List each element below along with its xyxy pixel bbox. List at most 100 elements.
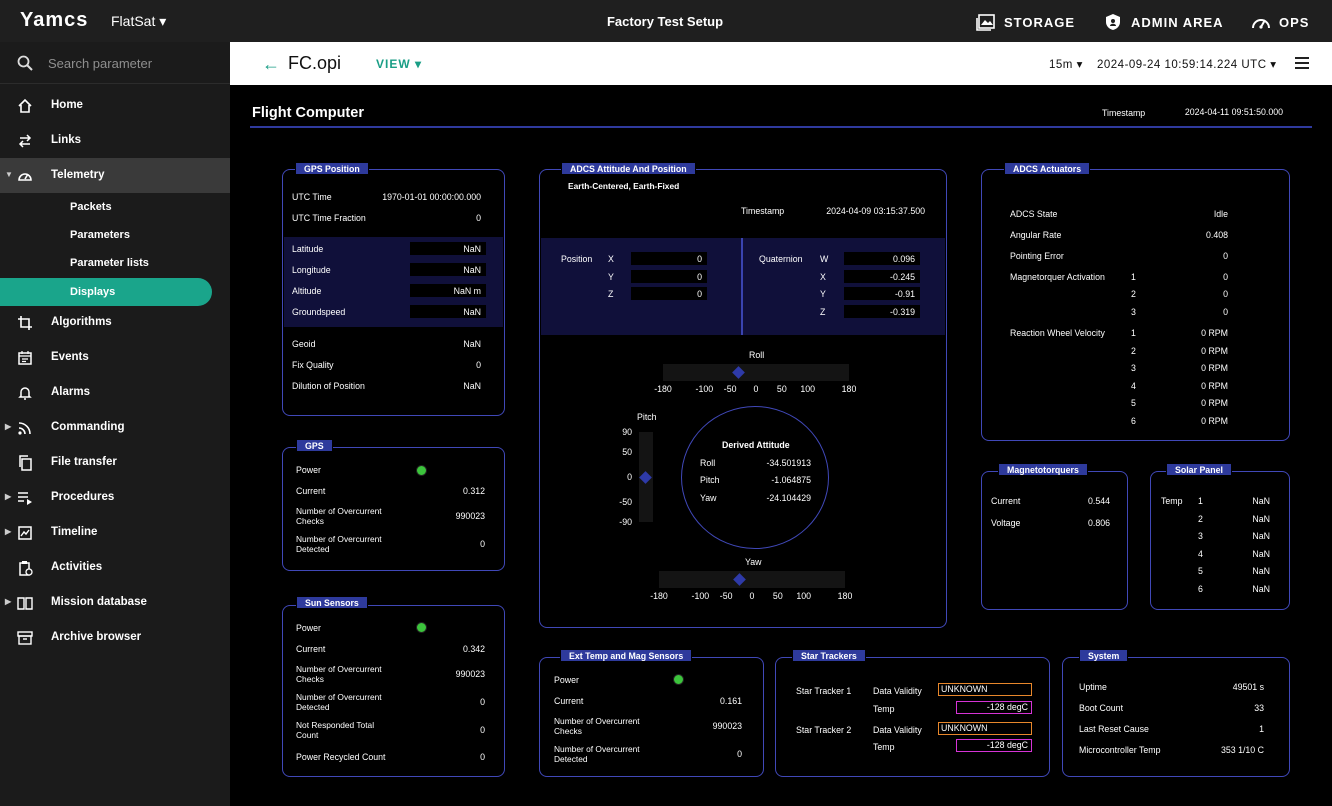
- derived-roll-value: -34.501913: [740, 456, 816, 469]
- timestamp-value: 2024-04-11 09:51:50.000: [1160, 105, 1288, 118]
- solar-temp-index: 3: [1198, 531, 1203, 541]
- yaw-tick-label: 180: [837, 591, 853, 601]
- swap-icon: [18, 134, 32, 148]
- sidebar-item-label: Packets: [70, 201, 112, 213]
- magnetotorquers-panel: [981, 471, 1128, 610]
- admin-area-label: ADMIN AREA: [1131, 14, 1224, 30]
- top-bar: Yamcs FlatSat ▾ Factory Test Setup STORA…: [0, 0, 1332, 42]
- ext-power-label: Power: [554, 675, 579, 685]
- roll-scale-label: Roll: [749, 350, 765, 360]
- position-label: Position: [561, 254, 593, 264]
- sidebar-item-label: Events: [51, 351, 89, 363]
- mission-time-selector[interactable]: 2024-09-24 10:59:14.224 UTC ▾: [1097, 57, 1276, 71]
- star-tracker-1-label: Star Tracker 1: [796, 686, 852, 696]
- sidebar-item-displays[interactable]: Displays: [0, 278, 212, 306]
- timestamp-label: Timestamp: [1102, 108, 1146, 118]
- gps-current-label: Current: [296, 486, 326, 496]
- sidebar-item-timeline[interactable]: ▶ Timeline: [0, 515, 230, 550]
- sidebar-item-label: Procedures: [51, 491, 115, 503]
- page-title: Factory Test Setup: [606, 14, 724, 29]
- time-range-selector[interactable]: 15m ▾: [1049, 57, 1083, 71]
- sidebar-item-packets[interactable]: Packets: [0, 193, 230, 221]
- st1-validity-value: UNKNOWN: [938, 683, 1032, 696]
- derived-roll-label: Roll: [700, 458, 716, 468]
- view-menu-button[interactable]: VIEW ▾: [376, 57, 422, 71]
- clipboard-icon: [19, 561, 33, 576]
- quaternion-label: Quaternion: [759, 254, 803, 264]
- reaction-wheel-value: 0 RPM: [1157, 414, 1233, 427]
- utc-time-value: 1970-01-01 00:00:00.000: [354, 190, 486, 203]
- back-arrow-icon[interactable]: ←: [262, 54, 280, 75]
- bell-icon: [18, 387, 32, 400]
- pitch-tick-label: 50: [622, 447, 632, 457]
- solar-temp-index: 5: [1198, 566, 1203, 576]
- derived-pitch-label: Pitch: [700, 475, 720, 485]
- angular-rate-value: 0.408: [1157, 228, 1233, 241]
- search-box[interactable]: Search parameter: [0, 42, 230, 84]
- instance-selector[interactable]: FlatSat ▾: [111, 13, 166, 30]
- shield-icon: [1106, 14, 1120, 30]
- altitude-label: Altitude: [292, 286, 322, 296]
- admin-area-button[interactable]: ADMIN AREA: [1103, 13, 1224, 31]
- yaw-tick-label: -100: [691, 591, 710, 601]
- timeline-icon: [18, 526, 32, 540]
- mt-voltage-label: Voltage: [991, 518, 1021, 528]
- yaw-tick-label: 50: [772, 591, 783, 601]
- pos-x-value: 0: [631, 252, 707, 265]
- sidebar-item-procedures[interactable]: ▶ Procedures: [0, 480, 230, 515]
- adcs-band-divider: [741, 238, 743, 335]
- solar-temp-index: 2: [1198, 514, 1203, 524]
- sidebar-item-events[interactable]: Events: [0, 340, 230, 375]
- menu-icon[interactable]: [1295, 57, 1309, 69]
- gps-detected-value: 0: [414, 537, 490, 550]
- sidebar-item-links[interactable]: Links: [0, 123, 230, 158]
- solar-temp-label: Temp: [1161, 496, 1183, 506]
- sidebar-item-activities[interactable]: Activities: [0, 550, 230, 585]
- angular-rate-label: Angular Rate: [1010, 230, 1062, 240]
- utc-fraction-label: UTC Time Fraction: [292, 213, 366, 223]
- gauge-icon: [18, 173, 32, 181]
- ops-button[interactable]: OPS: [1251, 13, 1309, 31]
- magnetorquer-value: 0: [1157, 287, 1233, 300]
- quat-w-axis: W: [820, 254, 829, 264]
- adcs-frame-label: Earth-Centered, Earth-Fixed: [568, 181, 680, 191]
- fix-quality-label: Fix Quality: [292, 360, 334, 370]
- sidebar-item-mission-database[interactable]: ▶ Mission database: [0, 585, 230, 620]
- sidebar-item-telemetry[interactable]: ▼ Telemetry: [0, 158, 230, 193]
- sidebar-item-alarms[interactable]: Alarms: [0, 375, 230, 410]
- storage-button[interactable]: STORAGE: [976, 13, 1075, 31]
- search-input[interactable]: Search parameter: [48, 56, 152, 71]
- roll-tick-label: -180: [654, 384, 672, 394]
- roll-tick-label: 50: [776, 384, 787, 394]
- sidebar-item-home[interactable]: Home: [0, 88, 230, 123]
- utc-fraction-value: 0: [410, 211, 486, 224]
- sidebar-item-commanding[interactable]: ▶ Commanding: [0, 410, 230, 445]
- sidebar-item-algorithms[interactable]: Algorithms: [0, 305, 230, 340]
- sidebar-item-archive-browser[interactable]: Archive browser: [0, 620, 230, 655]
- longitude-label: Longitude: [292, 265, 331, 275]
- gps-checks-value: 990023: [414, 509, 490, 522]
- reaction-wheel-value: 0 RPM: [1157, 396, 1233, 409]
- sidebar-item-parameters[interactable]: Parameters: [0, 221, 230, 249]
- ext-current-label: Current: [554, 696, 584, 706]
- utc-time-label: UTC Time: [292, 192, 332, 202]
- sun-current-label: Current: [296, 644, 326, 654]
- dop-value: NaN: [410, 379, 486, 392]
- sidebar-item-label: Links: [51, 134, 82, 146]
- last-reset-value: 1: [1193, 722, 1269, 735]
- quat-x-value: -0.245: [844, 270, 920, 283]
- quat-x-axis: X: [820, 272, 826, 282]
- solar-panel-title: Solar Panel: [1166, 463, 1232, 476]
- sidebar-item-parameter-lists[interactable]: Parameter lists: [0, 249, 230, 277]
- solar-temp-index: 1: [1198, 496, 1203, 506]
- yamcs-logo[interactable]: Yamcs: [20, 9, 88, 32]
- solar-temp-value: NaN: [1215, 512, 1275, 525]
- copy-icon: [19, 455, 32, 471]
- reaction-wheel-value: 0 RPM: [1157, 379, 1233, 392]
- roll-tick-label: -50: [723, 384, 737, 394]
- magnetorquer-index: 2: [1131, 289, 1136, 299]
- sidebar-item-file-transfer[interactable]: File transfer: [0, 445, 230, 480]
- derived-attitude-title: Derived Attitude: [722, 440, 790, 450]
- quat-w-value: 0.096: [844, 252, 920, 265]
- sun-current-value: 0.342: [414, 642, 490, 655]
